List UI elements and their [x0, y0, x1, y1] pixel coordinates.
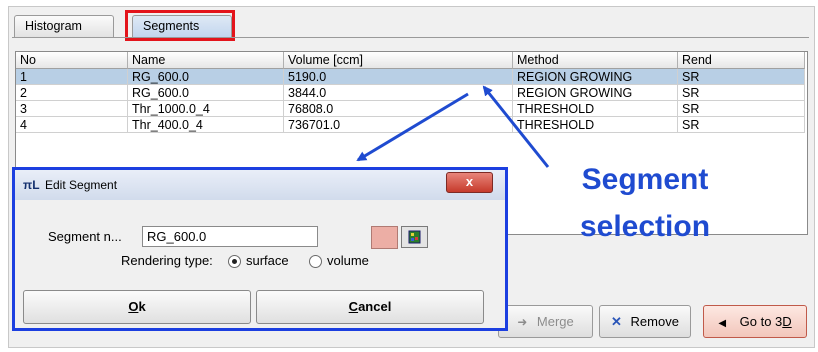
annotation-label-line2: selection — [579, 210, 711, 243]
cell-volume: 5190.0 — [284, 69, 513, 85]
cell-method: REGION GROWING — [513, 69, 678, 85]
cell-name: Thr_1000.0_4 — [128, 101, 284, 117]
annotation-label-line1: Segment — [581, 163, 709, 196]
cell-method: THRESHOLD — [513, 117, 678, 133]
ok-mnemonic: O — [128, 299, 139, 314]
cell-no: 2 — [16, 85, 128, 101]
tab-histogram-label: Histogram — [25, 19, 82, 33]
color-palette-icon[interactable] — [401, 226, 428, 248]
merge-button[interactable]: ➜ Merge — [498, 305, 593, 338]
color-palette-graphic — [408, 230, 421, 244]
table-row[interactable]: 2 RG_600.0 3844.0 REGION GROWING SR — [16, 85, 805, 101]
cell-method: THRESHOLD — [513, 101, 678, 117]
cell-no: 3 — [16, 101, 128, 117]
column-header-volume[interactable]: Volume [ccm] — [284, 52, 513, 69]
cell-volume: 3844.0 — [284, 85, 513, 101]
tab-divider — [12, 37, 809, 38]
column-header-name[interactable]: Name — [128, 52, 284, 69]
cell-rend: SR — [678, 85, 805, 101]
volume-radio[interactable] — [309, 255, 322, 268]
x-icon: ✕ — [611, 314, 622, 329]
column-header-method[interactable]: Method — [513, 52, 678, 69]
dialog-title-bar[interactable]: πL Edit Segment x — [15, 170, 505, 200]
dialog-title: Edit Segment — [45, 178, 118, 192]
pmod-app-icon: πL — [23, 178, 40, 192]
table-row[interactable]: 3 Thr_1000.0_4 76808.0 THRESHOLD SR — [16, 101, 805, 117]
table-row[interactable]: 1 RG_600.0 5190.0 REGION GROWING SR — [16, 69, 805, 85]
cancel-mnemonic: C — [348, 299, 359, 314]
ok-button[interactable]: Ok — [23, 290, 251, 324]
go-to-3d-label-prefix: Go to 3 — [739, 314, 783, 329]
cell-rend: SR — [678, 101, 805, 117]
go-to-3d-label: Go to 3D — [740, 314, 792, 329]
column-header-rend[interactable]: Rend — [678, 52, 805, 69]
merge-arrow-icon: ➜ — [517, 315, 528, 329]
cancel-label-rest: ancel — [358, 299, 392, 314]
go-to-3d-label-mnemonic: D — [782, 314, 792, 329]
table-row[interactable]: 4 Thr_400.0_4 736701.0 THRESHOLD SR — [16, 117, 805, 133]
cell-volume: 736701.0 — [284, 117, 513, 133]
segment-name-label: Segment n... — [48, 229, 122, 244]
rendering-type-label: Rendering type: — [121, 253, 213, 268]
cell-rend: SR — [678, 117, 805, 133]
volume-radio-label[interactable]: volume — [327, 253, 369, 268]
cell-no: 4 — [16, 117, 128, 133]
dialog-body: Segment n... RG_600.0 Rendering type: su… — [15, 200, 505, 328]
cell-rend: SR — [678, 69, 805, 85]
cell-no: 1 — [16, 69, 128, 85]
remove-button[interactable]: ✕ Remove — [599, 305, 691, 338]
cell-method: REGION GROWING — [513, 85, 678, 101]
cancel-button[interactable]: Cancel — [256, 290, 484, 324]
cell-name: RG_600.0 — [128, 69, 284, 85]
cell-name: Thr_400.0_4 — [128, 117, 284, 133]
segment-name-input[interactable]: RG_600.0 — [142, 226, 318, 247]
tab-histogram[interactable]: Histogram — [14, 15, 114, 37]
surface-radio-label[interactable]: surface — [246, 253, 289, 268]
ok-label-rest: k — [138, 299, 146, 314]
triangle-left-icon: ◀ — [718, 318, 727, 329]
edit-segment-dialog[interactable]: πL Edit Segment x Segment n... RG_600.0 … — [12, 167, 508, 331]
close-button[interactable]: x — [446, 172, 493, 193]
cell-volume: 76808.0 — [284, 101, 513, 117]
go-to-3d-button[interactable]: ◀ Go to 3D — [703, 305, 807, 338]
surface-radio[interactable] — [228, 255, 241, 268]
merge-label: Merge — [536, 314, 574, 329]
column-header-no[interactable]: No — [16, 52, 128, 69]
cell-name: RG_600.0 — [128, 85, 284, 101]
remove-label: Remove — [630, 314, 679, 329]
segment-color-swatch[interactable] — [371, 226, 398, 249]
